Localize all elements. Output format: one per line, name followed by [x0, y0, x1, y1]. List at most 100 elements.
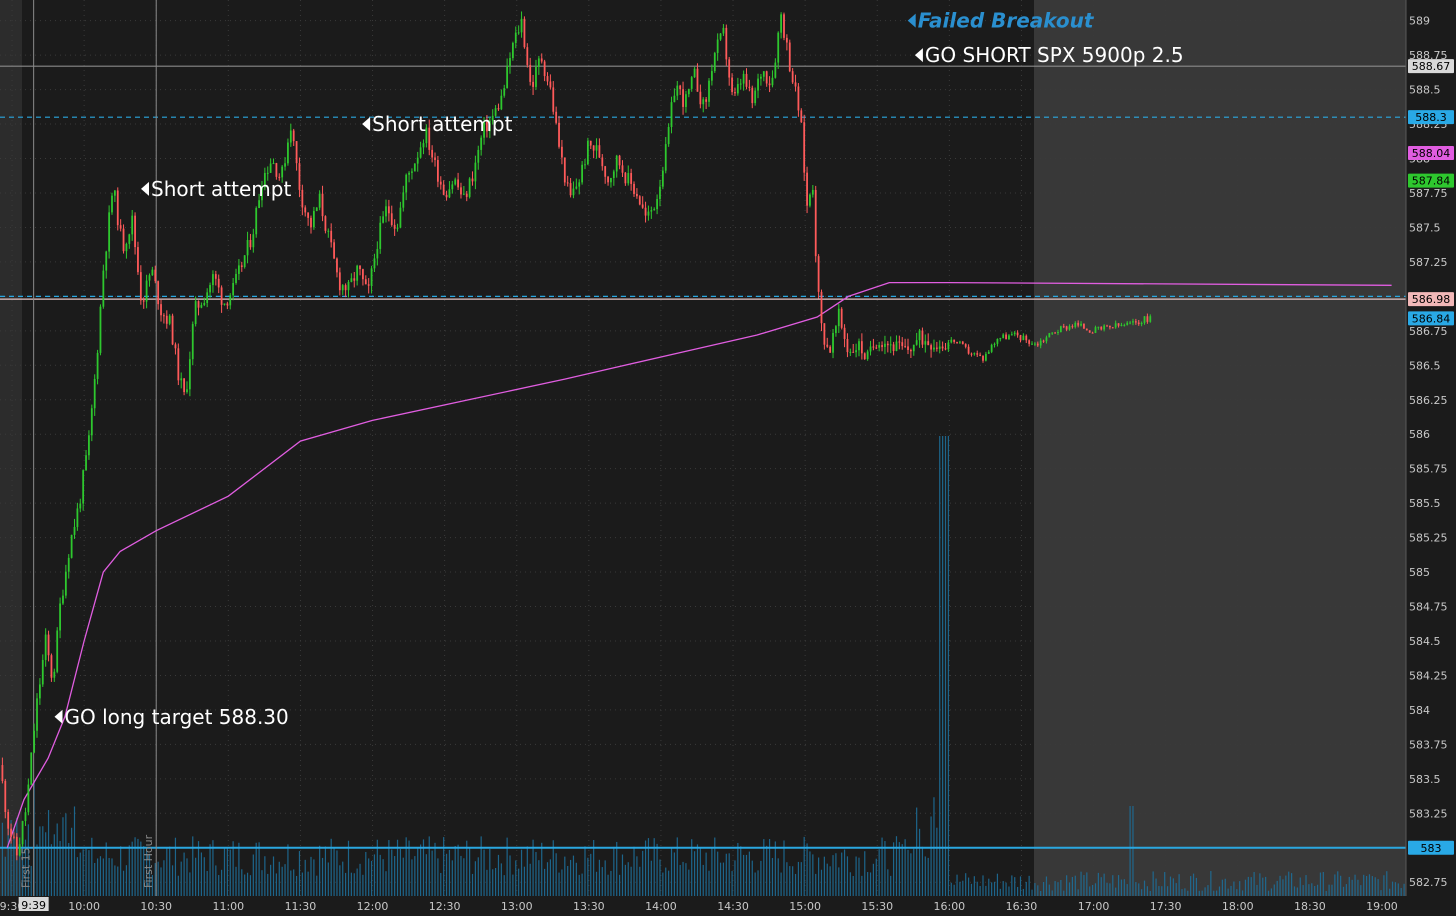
volume-bar [823, 856, 825, 896]
volume-bar [607, 874, 609, 896]
price-tag-label: 587.84 [1412, 175, 1451, 188]
candle-body [993, 343, 996, 345]
price-chart[interactable]: First 15 First Hour GO long target 588.30… [0, 0, 1456, 916]
x-tick-label: 12:30 [429, 900, 461, 913]
y-tick-label: 583.25 [1409, 807, 1448, 820]
candle-body [581, 164, 584, 183]
candle-body [137, 247, 139, 273]
volume-bar [737, 842, 739, 896]
candle-body [846, 338, 849, 353]
volume-bar [936, 827, 938, 896]
candle-body [373, 258, 376, 269]
candle-body [589, 140, 592, 146]
candle-body [956, 341, 958, 343]
candle-body [88, 435, 90, 456]
candle-body [967, 346, 970, 354]
candle-body [1120, 324, 1123, 326]
candle-body [390, 213, 393, 225]
candle-body [1022, 335, 1025, 341]
candle-body [754, 90, 757, 104]
volume-bar [1322, 872, 1324, 896]
candle-body [823, 323, 826, 345]
volume-bar [258, 842, 260, 896]
candle-body [627, 173, 630, 184]
volume-bar [1132, 806, 1134, 896]
candle-body [76, 508, 79, 527]
volume-bar [350, 872, 352, 896]
volume-bar [627, 862, 629, 896]
volume-bar [192, 836, 194, 896]
candle-body [959, 341, 961, 343]
volume-bar [434, 842, 436, 896]
volume-bar [1106, 882, 1108, 896]
volume-bar [437, 858, 439, 896]
volume-bar [665, 867, 667, 896]
candle-body [760, 76, 762, 79]
candle-body [886, 343, 889, 346]
candle-body [437, 160, 439, 182]
volume-bar [843, 849, 846, 896]
volume-bar [696, 844, 699, 896]
candle-body [529, 64, 532, 82]
candle-body [1045, 337, 1048, 342]
volume-bar [1037, 885, 1039, 896]
volume-bar [569, 859, 572, 896]
volume-bar [1138, 883, 1140, 896]
candle-body [572, 188, 575, 196]
candle-body [171, 315, 174, 345]
volume-bar [1045, 876, 1048, 896]
volume-bar [189, 872, 191, 896]
candle-body [229, 295, 232, 306]
price-axis[interactable]: 589588.75588.5588.25588587.75587.5587.25… [1405, 0, 1456, 916]
x-tick-label: 10:30 [140, 900, 172, 913]
volume-bar [895, 836, 898, 896]
candle-body [142, 300, 145, 302]
candle-body [768, 83, 771, 86]
candle-body [947, 342, 950, 350]
candle-body [451, 184, 454, 190]
volume-bar [1250, 877, 1252, 896]
annotation-label: GO long target 588.30 [64, 705, 288, 729]
volume-bar [53, 834, 55, 896]
volume-bar [391, 849, 393, 896]
volume-bar [1331, 884, 1333, 896]
candle-body [292, 130, 295, 142]
annotation-label: Short attempt [151, 177, 291, 201]
candle-body [800, 110, 803, 123]
candle-body [235, 273, 237, 283]
candle-body [1083, 323, 1085, 329]
candle-body [160, 304, 162, 316]
candle-body [503, 88, 506, 96]
time-axis[interactable]: 9:30 10:00 10:30 11:00 11:30 12:00 12:30 13:00 1… [0, 896, 1456, 916]
volume-bar [206, 870, 208, 896]
candle-body [722, 27, 725, 34]
volume-bar [370, 860, 373, 896]
candle-body [41, 659, 44, 685]
volume-bar [1091, 884, 1094, 896]
volume-bar [1054, 881, 1056, 896]
volume-bar [659, 859, 661, 896]
price-tag-label: 583 [1421, 842, 1442, 855]
volume-bar [42, 826, 44, 896]
volume-bar [394, 856, 396, 896]
volume-bar [993, 881, 996, 896]
volume-bar [942, 436, 944, 896]
volume-bar [171, 865, 174, 896]
volume-bar [662, 872, 664, 896]
candle-body [315, 207, 318, 212]
volume-bar [815, 873, 817, 896]
volume-bar [578, 874, 580, 896]
candle-body [93, 378, 96, 409]
volume-bar [676, 837, 678, 896]
volume-bar [463, 858, 465, 896]
volume-bar [1365, 875, 1368, 896]
candle-body [79, 503, 82, 509]
volume-bar [1270, 888, 1273, 896]
volume-bar [1394, 882, 1397, 896]
volume-bar [962, 880, 964, 896]
volume-bar [1400, 888, 1402, 896]
volume-bar [39, 826, 41, 896]
candle-body [1074, 322, 1077, 327]
volume-bar [111, 858, 113, 896]
candle-body [151, 269, 154, 276]
